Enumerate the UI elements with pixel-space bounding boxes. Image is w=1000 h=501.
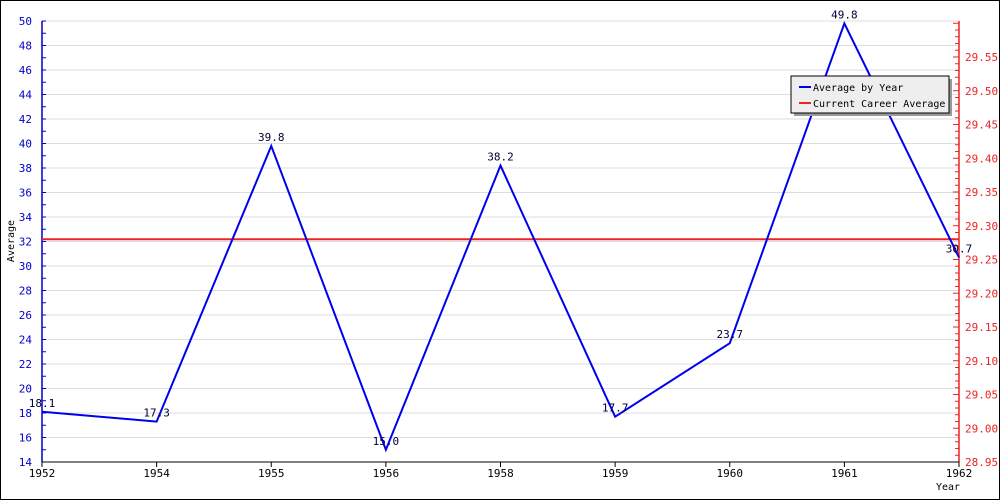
right-tick-label: 29.25: [965, 254, 998, 267]
data-label: 15.0: [373, 435, 400, 448]
data-point: [385, 449, 387, 451]
left-tick-label: 44: [19, 89, 33, 102]
right-tick-label: 29.50: [965, 85, 998, 98]
x-tick-label: 1961: [831, 467, 858, 480]
data-label: 23.7: [717, 328, 744, 341]
data-point: [270, 145, 272, 147]
data-point: [958, 256, 960, 258]
x-tick-label: 1960: [717, 467, 744, 480]
right-tick-label: 29.40: [965, 152, 998, 165]
left-tick-label: 22: [19, 358, 32, 371]
x-axis: 1952 1954 1955 1956 1958 1959 1960 1961 1962: [29, 461, 973, 480]
data-label: 17.7: [602, 402, 629, 415]
legend: Average by Year Current Career Average: [790, 75, 952, 116]
left-tick-label: 48: [19, 40, 32, 53]
data-point: [41, 411, 43, 413]
right-tick-label: 29.35: [965, 186, 998, 199]
data-point: [729, 342, 731, 344]
right-tick-label: 29.20: [965, 287, 998, 300]
data-point: [843, 22, 845, 24]
left-tick-label: 30: [19, 260, 32, 273]
data-point: [614, 416, 616, 418]
x-tick-label: 1955: [258, 467, 285, 480]
x-axis-title: Year: [936, 482, 960, 493]
left-tick-label: 26: [19, 309, 32, 322]
data-label: 49.8: [831, 8, 858, 21]
left-tick-label: 46: [19, 64, 32, 77]
data-point: [156, 421, 158, 423]
legend-label-career-average: Current Career Average: [813, 99, 945, 110]
left-tick-label: 24: [19, 334, 33, 347]
legend-label-average-by-year: Average by Year: [813, 83, 903, 94]
data-label: 30.7: [946, 242, 973, 255]
left-tick-label: 20: [19, 383, 32, 396]
x-tick-label: 1956: [373, 467, 400, 480]
left-tick-label: 50: [19, 15, 32, 28]
right-tick-label: 29.55: [965, 51, 998, 64]
data-labels: 18.1 17.3 39.8 15.0 38.2 17.7 23.7 49.8 30.7: [29, 8, 973, 447]
left-tick-label: 28: [19, 285, 32, 298]
data-point: [500, 165, 501, 167]
x-tick-label: 1962: [946, 467, 973, 480]
x-tick-label: 1952: [29, 467, 56, 480]
right-tick-label: 29.10: [965, 355, 998, 368]
left-tick-label: 40: [19, 138, 32, 151]
right-tick-label: 29.00: [965, 422, 998, 435]
y-axis-title: Average: [6, 220, 17, 262]
right-tick-label: 29.05: [965, 389, 998, 402]
data-label: 18.1: [29, 397, 56, 410]
line-chart: 14161820222426283032343638404244464850 2…: [6, 8, 998, 493]
left-tick-label: 38: [19, 162, 32, 175]
x-tick-label: 1958: [487, 467, 514, 480]
x-tick-label: 1959: [602, 467, 629, 480]
chart-frame: 14 16 18 20 22 24 26 28 30 32 34 36 38 40 42 44 46 48 50 2…: [0, 0, 1000, 500]
right-tick-label: 29.15: [965, 321, 998, 334]
right-tick-label: 29.45: [965, 119, 998, 132]
left-tick-label: 34: [19, 211, 33, 224]
data-label: 38.2: [487, 151, 514, 164]
data-label: 17.3: [143, 407, 170, 420]
left-tick-label: 32: [19, 236, 32, 249]
data-label: 39.8: [258, 131, 285, 144]
x-tick-label: 1954: [143, 467, 170, 480]
left-tick-label: 42: [19, 113, 32, 126]
left-tick-label: 36: [19, 187, 32, 200]
left-tick-label: 16: [19, 432, 32, 445]
right-tick-label: 29.30: [965, 220, 998, 233]
